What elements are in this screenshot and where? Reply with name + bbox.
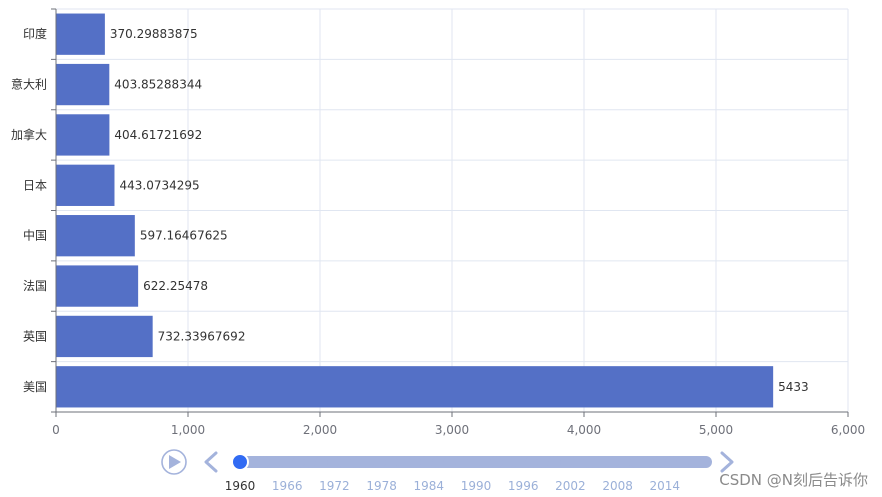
timeline-dot[interactable] bbox=[676, 456, 689, 468]
bar-value-label: 403.85288344 bbox=[114, 78, 202, 92]
timeline-dot[interactable] bbox=[606, 456, 619, 468]
bar bbox=[56, 114, 110, 156]
timeline-dot[interactable] bbox=[327, 456, 340, 468]
timeline-year-labels: 1960 1966 1972 1978 1984 1990 1996 2002 2008 2014 bbox=[225, 479, 680, 493]
timeline-dot[interactable] bbox=[478, 456, 491, 468]
chevron-right-icon[interactable] bbox=[720, 451, 734, 473]
watermark: CSDN @N刻后告诉你 bbox=[719, 471, 868, 489]
x-tick-label: 5,000 bbox=[699, 423, 733, 437]
timeline-dot[interactable] bbox=[397, 456, 410, 468]
bar-value-label: 443.0734295 bbox=[119, 178, 199, 192]
y-tick-label: 美国 bbox=[23, 380, 47, 394]
bar-chart: 370.29883875 403.85288344 404.61721692 443.… bbox=[11, 8, 868, 493]
timeline-dot[interactable] bbox=[641, 456, 654, 468]
bar bbox=[56, 13, 105, 55]
timeline-dot[interactable] bbox=[280, 456, 293, 468]
x-tick-label: 0 bbox=[52, 423, 60, 437]
timeline-dot[interactable] bbox=[536, 456, 549, 468]
timeline-dot[interactable] bbox=[385, 456, 398, 468]
timeline-dots bbox=[234, 456, 712, 468]
timeline-dot[interactable] bbox=[467, 456, 479, 468]
timeline-year-label[interactable]: 1966 bbox=[272, 479, 303, 493]
timeline-dot[interactable] bbox=[665, 456, 678, 468]
x-tick-label: 4,000 bbox=[567, 423, 601, 437]
timeline-dot[interactable] bbox=[688, 456, 701, 468]
timeline-dot[interactable] bbox=[350, 456, 363, 468]
play-icon-triangle bbox=[169, 455, 181, 469]
timeline-dot[interactable] bbox=[455, 456, 468, 468]
y-tick-label: 法国 bbox=[23, 279, 47, 293]
bar bbox=[56, 265, 139, 307]
y-tick-label: 日本 bbox=[23, 178, 47, 192]
timeline-year-label[interactable]: 2002 bbox=[555, 479, 586, 493]
y-tick-label: 中国 bbox=[23, 228, 47, 243]
chevron-left-icon[interactable] bbox=[204, 451, 218, 473]
x-tick-label: 2,000 bbox=[303, 423, 337, 437]
bar bbox=[56, 215, 135, 257]
timeline-dot[interactable] bbox=[630, 456, 643, 468]
bar-value-label: 5433 bbox=[778, 380, 809, 394]
y-tick-label: 意大利 bbox=[11, 77, 47, 92]
timeline-year-label[interactable]: 1960 bbox=[225, 479, 256, 493]
timeline-dot[interactable] bbox=[338, 456, 351, 468]
timeline-dot[interactable] bbox=[700, 456, 712, 468]
timeline-year-label[interactable]: 1972 bbox=[319, 479, 350, 493]
timeline-dot[interactable] bbox=[257, 456, 270, 468]
timeline-year-label[interactable]: 1984 bbox=[414, 479, 445, 493]
timeline-dot[interactable] bbox=[420, 456, 433, 468]
timeline-dot[interactable] bbox=[292, 456, 305, 468]
timeline-dot[interactable] bbox=[443, 456, 456, 468]
bar bbox=[56, 366, 774, 408]
bar-value-label: 370.29883875 bbox=[110, 27, 198, 41]
y-tick-label: 印度 bbox=[23, 26, 47, 41]
grid-lines bbox=[56, 8, 849, 413]
bar bbox=[56, 164, 115, 206]
y-tick-label: 加拿大 bbox=[11, 127, 47, 142]
timeline-dot[interactable] bbox=[303, 456, 316, 468]
timeline-dot[interactable] bbox=[408, 456, 421, 468]
timeline-dot[interactable] bbox=[571, 456, 584, 468]
bar-value-label: 732.33967692 bbox=[158, 329, 246, 343]
timeline: 1960 1966 1972 1978 1984 1990 1996 2002 2008 2014 bbox=[161, 449, 734, 493]
timeline-year-label[interactable]: 1996 bbox=[508, 479, 539, 493]
bar-value-label: 597.16467625 bbox=[140, 229, 228, 243]
bar bbox=[56, 63, 110, 106]
timeline-handle[interactable] bbox=[231, 453, 249, 471]
timeline-dot[interactable] bbox=[268, 456, 281, 468]
timeline-dot[interactable] bbox=[513, 456, 526, 468]
timeline-dot[interactable] bbox=[362, 456, 375, 468]
x-tick-label: 3,000 bbox=[435, 423, 469, 437]
timeline-dot[interactable] bbox=[490, 456, 503, 468]
bar bbox=[56, 315, 153, 358]
timeline-dot[interactable] bbox=[501, 456, 514, 468]
timeline-dot[interactable] bbox=[432, 456, 445, 468]
timeline-dot[interactable] bbox=[653, 456, 666, 468]
timeline-dot[interactable] bbox=[583, 456, 596, 468]
timeline-year-label[interactable]: 1978 bbox=[366, 479, 397, 493]
timeline-year-label[interactable]: 2008 bbox=[602, 479, 633, 493]
play-button[interactable] bbox=[161, 449, 187, 475]
timeline-dot[interactable] bbox=[315, 456, 328, 468]
bar-value-label: 622.25478 bbox=[143, 279, 208, 293]
x-tick-label: 1,000 bbox=[171, 423, 205, 437]
bar-value-label: 404.61721692 bbox=[114, 128, 202, 142]
timeline-dot[interactable] bbox=[618, 456, 631, 468]
timeline-year-label[interactable]: 1990 bbox=[461, 479, 492, 493]
timeline-dot[interactable] bbox=[548, 456, 561, 468]
timeline-dot[interactable] bbox=[373, 456, 386, 468]
timeline-dot[interactable] bbox=[560, 456, 573, 468]
timeline-dot[interactable] bbox=[525, 456, 538, 468]
timeline-year-label[interactable]: 2014 bbox=[650, 479, 681, 493]
x-tick-label: 6,000 bbox=[831, 423, 865, 437]
timeline-dot[interactable] bbox=[595, 456, 608, 468]
y-tick-label: 英国 bbox=[23, 329, 47, 343]
